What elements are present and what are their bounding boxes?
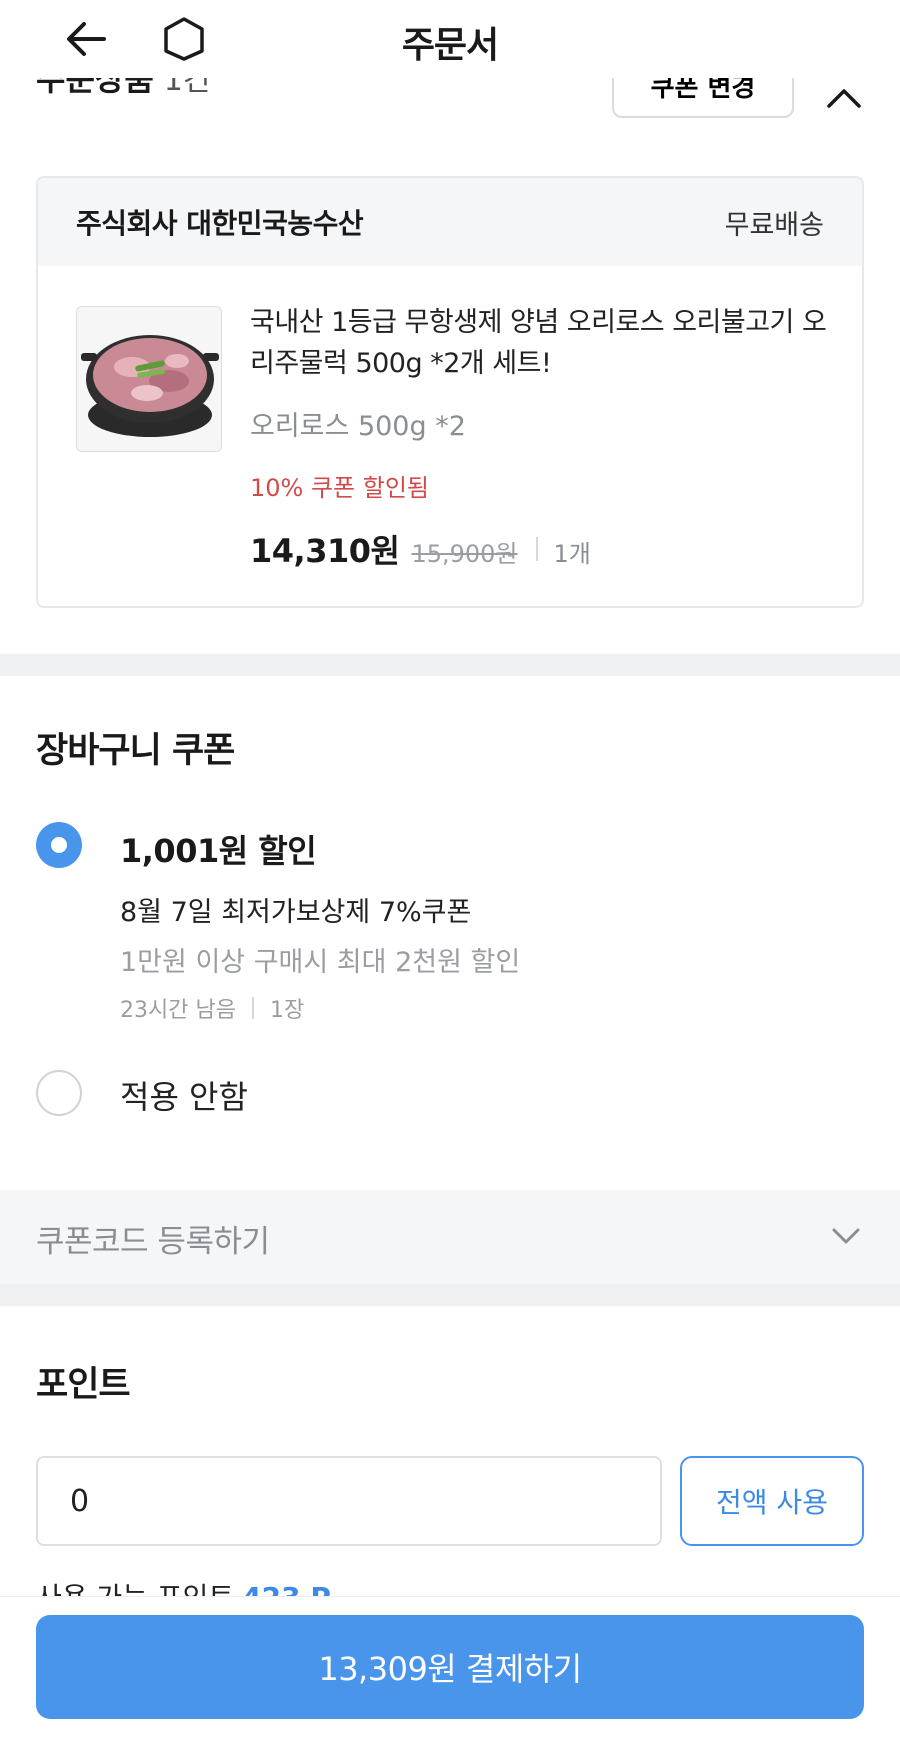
quantity: 1개 [553,540,591,568]
sale-price: 14,310원 [250,532,400,570]
points-title: 포인트 [36,1365,131,1405]
product-name[interactable]: 국내산 1등급 무항생제 양념 오리로스 오리불고기 오리주물럭 500g *2… [250,302,840,384]
coupon-code-register[interactable]: 쿠폰코드 등록하기 [0,1190,900,1284]
coupon-condition: 1만원 이상 구매시 최대 2천원 할인 [120,947,521,978]
collapse-button[interactable] [818,72,870,124]
page-title: 주문서 [401,25,499,66]
use-all-points-button[interactable]: 전액 사용 [680,1456,864,1546]
coupon-count: 1장 [269,998,305,1023]
pay-button[interactable]: 13,309원 결제하기 [36,1615,864,1719]
seller-name: 주식회사 대한민국농수산 [76,207,364,240]
product-card: 주식회사 대한민국농수산 무료배송 국내산 1등급 무항생제 양념 오리로스 오… [36,176,864,608]
coupon-code-label: 쿠폰코드 등록하기 [36,1224,270,1260]
shipping-info: 무료배송 [724,209,824,241]
product-option: 오리로스 500g *2 [250,411,466,442]
chevron-down-icon [832,1228,860,1244]
chevron-up-icon [827,89,861,108]
header: 주문서 [0,0,900,78]
divider [251,997,254,1019]
product-image[interactable] [76,306,222,452]
bottom-bar: 13,309원 결제하기 [0,1596,900,1738]
coupon-applied-badge: 10% 쿠폰 할인됨 [250,474,430,502]
coupon-radio-none[interactable] [36,1070,82,1116]
divider [535,537,538,561]
points-input[interactable] [36,1456,662,1546]
original-price: 15,900원 [411,540,518,568]
no-coupon-option[interactable]: 적용 안함 [120,1072,248,1118]
cart-coupon-title: 장바구니 쿠폰 [36,731,235,771]
coupon-time-left: 23시간 남음 [120,998,236,1023]
coupon-meta: 23시간 남음 1장 [120,992,304,1024]
coupon-discount-amount[interactable]: 1,001원 할인 [120,826,317,872]
section-divider [0,654,900,676]
section-divider [0,1284,900,1306]
coupon-name: 8월 7일 최저가보상제 7%쿠폰 [120,897,472,928]
product-photo [77,307,221,451]
coupon-radio-selected[interactable] [36,822,82,868]
price-row: 14,310원 15,900원 1개 [250,526,591,572]
seller-bar: 주식회사 대한민국농수산 무료배송 [38,178,862,266]
